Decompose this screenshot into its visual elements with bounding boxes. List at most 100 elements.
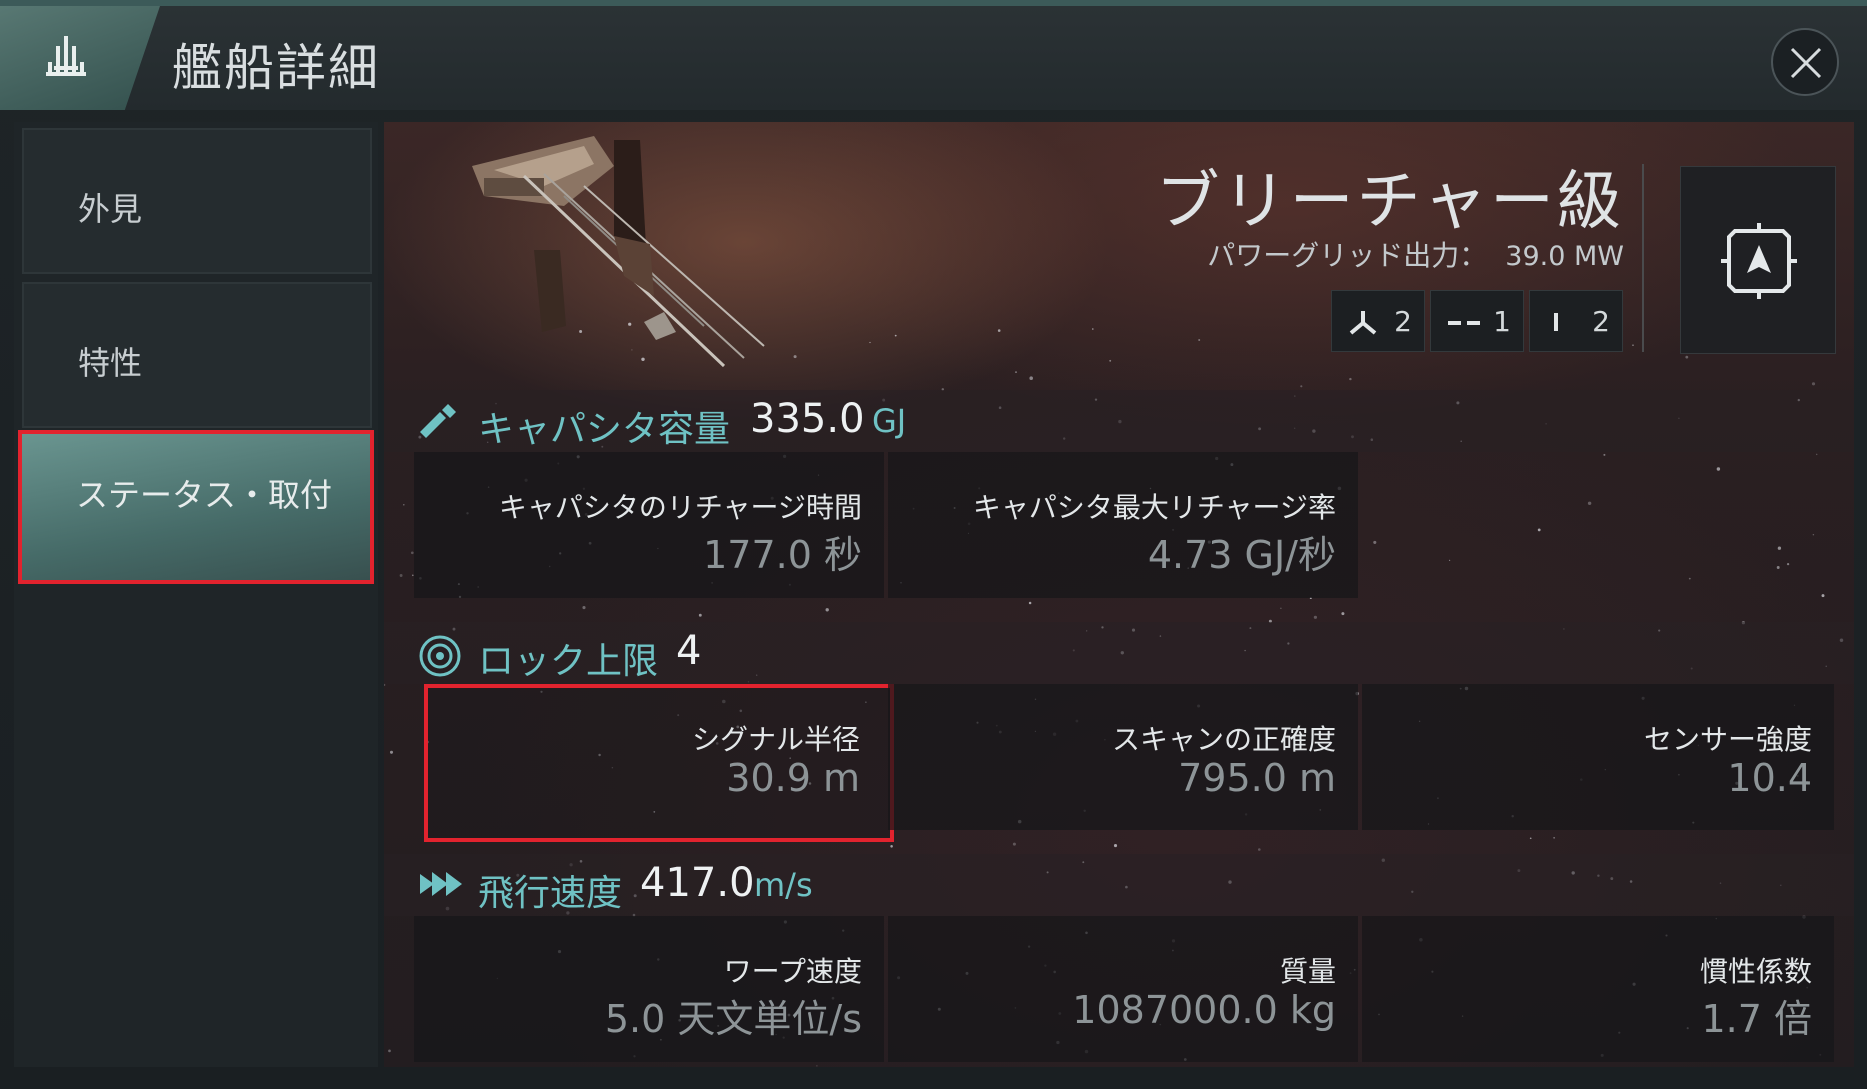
flight-speed-value: 417.0 — [640, 860, 755, 906]
star — [1821, 594, 1825, 598]
tab-status-fitting[interactable]: ステータス・取付 — [18, 430, 374, 584]
star — [869, 341, 871, 344]
stat-value: 1087000.0 kg — [1072, 988, 1336, 1032]
star — [816, 1065, 818, 1067]
stat-label: ワープ速度 — [723, 955, 862, 988]
stat-value: 795.0 m — [1178, 756, 1336, 800]
star — [1029, 376, 1033, 380]
star — [1280, 607, 1282, 609]
star — [1198, 339, 1201, 341]
star — [698, 613, 702, 617]
stat-cell: 慣性係数 1.7 倍 — [1362, 916, 1834, 1062]
star — [825, 608, 829, 612]
window-header: 艦船詳細 — [0, 0, 1867, 110]
star — [1716, 467, 1721, 471]
star — [1777, 546, 1782, 550]
section-title: ロック上限 — [478, 641, 659, 682]
star — [1300, 385, 1303, 388]
star — [1529, 837, 1532, 840]
capacitor-icon — [420, 404, 456, 438]
star — [1553, 837, 1555, 839]
star — [1632, 344, 1634, 346]
mid-slot-count: 1 — [1430, 290, 1524, 352]
stat-value: 177.0 秒 — [703, 533, 862, 577]
flight-speed-unit: m/s — [754, 866, 813, 904]
header-logo — [0, 6, 160, 110]
star — [1028, 601, 1032, 605]
stat-value: 4.73 GJ/秒 — [1147, 533, 1336, 577]
ship-details-window: 艦船詳細 外見 特性 ステータス・取付 ブリーチャー級 パワーグリッド出力： 3… — [0, 0, 1867, 1089]
stat-value: 10.4 — [1727, 756, 1812, 800]
capacitor-header: キャパシタ容量 335.0 GJ — [384, 390, 1854, 452]
stat-value: 5.0 天文単位/s — [604, 997, 862, 1041]
powergrid-value: 39.0 MW — [1505, 241, 1624, 272]
stat-cell: 質量 1087000.0 kg — [888, 916, 1358, 1062]
lock-limit-value: 4 — [676, 628, 702, 674]
star — [582, 606, 586, 610]
stat-label: シグナル半径 — [691, 723, 860, 756]
tab-appearance[interactable]: 外見 — [22, 128, 372, 274]
star — [1015, 371, 1017, 373]
star — [1092, 328, 1094, 330]
section-title: 飛行速度 — [478, 873, 623, 914]
ship-target-button[interactable] — [1680, 166, 1836, 354]
star — [389, 750, 394, 754]
star — [1113, 844, 1118, 848]
speed-icon — [420, 872, 462, 896]
stat-label: キャパシタのリチャージ時間 — [498, 491, 862, 524]
star — [403, 504, 405, 506]
close-button[interactable] — [1771, 28, 1839, 96]
star — [1012, 842, 1016, 846]
ship-target-icon — [1721, 223, 1797, 299]
main-panel: ブリーチャー級 パワーグリッド出力： 39.0 MW 2 1 2 キャパシタ容量… — [384, 122, 1854, 1067]
stat-cell: キャパシタ最大リチャージ率 4.73 GJ/秒 — [888, 452, 1358, 598]
mid-slot-icon — [1448, 321, 1480, 325]
star — [399, 574, 403, 577]
star — [1603, 453, 1606, 456]
navigation-header: 飛行速度 417.0 m/s — [384, 854, 1854, 916]
stat-cell: センサー強度 10.4 — [1362, 684, 1834, 830]
star — [793, 355, 797, 359]
high-slot-icon — [1349, 311, 1377, 335]
stat-value: 1.7 倍 — [1701, 997, 1812, 1041]
star — [1812, 533, 1815, 536]
star — [1373, 540, 1377, 544]
section-title: キャパシタ容量 — [478, 409, 731, 450]
stat-value: 30.9 m — [726, 756, 860, 800]
targeting-header: ロック上限 4 — [384, 622, 1854, 684]
powergrid-output: パワーグリッド出力： 39.0 MW — [1207, 234, 1624, 274]
slot-count: 2 — [1394, 305, 1412, 338]
star — [1109, 359, 1112, 362]
star — [1815, 453, 1818, 456]
tab-traits[interactable]: 特性 — [22, 282, 372, 428]
star — [1313, 615, 1318, 619]
star — [384, 683, 386, 687]
star — [1786, 562, 1790, 566]
stat-label: 質量 — [1279, 955, 1336, 988]
star — [1349, 377, 1352, 381]
star — [1341, 612, 1345, 616]
stat-label: キャパシタ最大リチャージ率 — [972, 491, 1336, 524]
powergrid-label: パワーグリッド出力： — [1207, 239, 1488, 272]
capacitor-capacity-unit: GJ — [872, 402, 907, 440]
star — [1776, 566, 1780, 569]
sidebar: 外見 特性 ステータス・取付 — [14, 122, 378, 1067]
star — [894, 334, 897, 337]
stat-cell-signature-radius: シグナル半径 30.9 m — [424, 684, 894, 842]
header-divider — [1642, 164, 1644, 352]
low-slot-icon — [1554, 313, 1558, 331]
capacitor-capacity-value: 335.0 — [750, 396, 865, 442]
tab-label: ステータス・取付 — [76, 476, 333, 514]
stat-label: センサー強度 — [1643, 723, 1812, 756]
star — [1537, 528, 1541, 532]
star — [1587, 501, 1592, 506]
ship-class-icon — [46, 36, 86, 76]
window-title: 艦船詳細 — [172, 39, 380, 97]
tab-label: 特性 — [78, 344, 143, 382]
stat-cell: キャパシタのリチャージ時間 177.0 秒 — [414, 452, 884, 598]
stat-label: 慣性係数 — [1699, 955, 1812, 988]
slot-count: 2 — [1592, 305, 1610, 338]
stat-cell: スキャンの正確度 795.0 m — [888, 684, 1358, 830]
ship-name: ブリーチャー級 — [1155, 165, 1624, 239]
star — [1811, 382, 1816, 386]
